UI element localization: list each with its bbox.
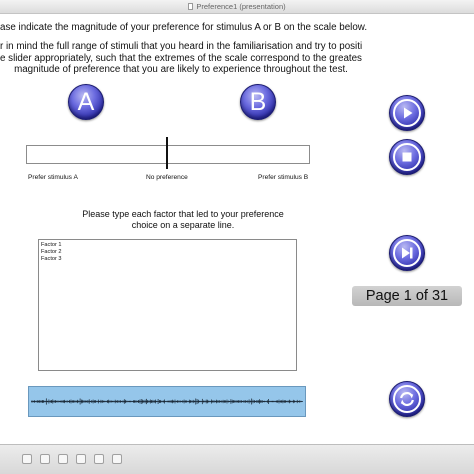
preference-slider-thumb[interactable] [166, 137, 168, 169]
play-button[interactable] [389, 95, 425, 131]
play-icon [393, 99, 421, 127]
page-indicator: Page 1 of 31 [352, 286, 462, 306]
scale-label-prefer-b: Prefer stimulus B [258, 174, 309, 181]
factors-text-area[interactable]: Factor 1 Factor 2 Factor 3 [38, 239, 297, 371]
instruction-line-2: e slider appropriately, such that the ex… [0, 52, 362, 64]
stimulus-a-label: A [77, 87, 95, 116]
preference-slider-track[interactable] [26, 145, 310, 164]
scale-label-prefer-a: Prefer stimulus A [28, 174, 78, 181]
stop-button[interactable] [389, 139, 425, 175]
window-titlebar: Preference1 (presentation) [0, 0, 474, 14]
factor-line: Factor 2 [41, 248, 62, 255]
instruction-main: ase indicate the magnitude of your prefe… [0, 22, 368, 33]
audio-waveform[interactable] [28, 386, 306, 417]
status-bar [0, 444, 474, 474]
next-page-button[interactable] [389, 235, 425, 271]
info-icon[interactable] [58, 454, 68, 464]
status-icon-5[interactable] [94, 454, 104, 464]
factors-prompt-line-2: choice on a separate line. [131, 220, 235, 230]
document-icon [188, 3, 194, 10]
instruction-line-3: magnitude of preference that you are lik… [14, 64, 348, 75]
status-icon-2[interactable] [40, 454, 50, 464]
main-content: ase indicate the magnitude of your prefe… [0, 14, 474, 444]
status-icon-1[interactable] [22, 454, 32, 464]
skip-next-icon [393, 239, 421, 267]
status-icon-6[interactable] [112, 454, 122, 464]
instruction-line-1: r in mind the full range of stimuli that… [0, 41, 362, 52]
stimulus-b-button[interactable]: B [240, 84, 276, 120]
stimulus-a-button[interactable]: A [68, 84, 104, 120]
stimulus-b-label: B [249, 87, 267, 116]
instruction-detail: r in mind the full range of stimuli that… [0, 41, 362, 76]
window-title: Preference1 (presentation) [196, 2, 286, 11]
factors-prompt-line-1: Please type each factor that led to your… [82, 209, 284, 219]
status-icon-4[interactable] [76, 454, 86, 464]
factors-prompt: Please type each factor that led to your… [30, 209, 336, 231]
factor-line: Factor 3 [41, 255, 62, 262]
scale-label-no-preference: No preference [146, 174, 188, 181]
refresh-button[interactable] [389, 381, 425, 417]
refresh-icon [393, 385, 421, 413]
waveform-graphic [31, 398, 303, 405]
factor-line: Factor 1 [41, 242, 62, 248]
stop-icon [393, 143, 421, 171]
